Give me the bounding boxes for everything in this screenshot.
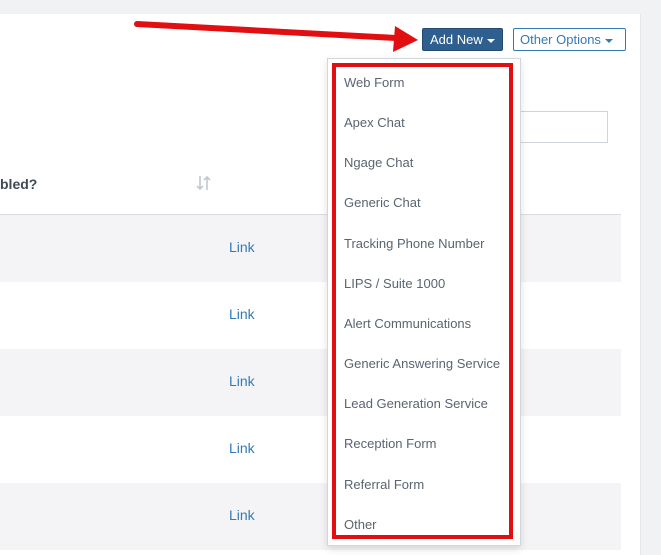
menu-item-ngage-chat[interactable]: Ngage Chat <box>344 155 413 170</box>
menu-item-web-form[interactable]: Web Form <box>344 75 404 90</box>
menu-item-referral-form[interactable]: Referral Form <box>344 477 424 492</box>
add-new-button[interactable]: Add New <box>422 28 503 51</box>
table-row: Link <box>0 416 621 483</box>
menu-item-lips-suite-1000[interactable]: LIPS / Suite 1000 <box>344 276 445 291</box>
menu-item-alert-communications[interactable]: Alert Communications <box>344 316 471 331</box>
row-link[interactable]: Link <box>229 306 255 322</box>
caret-down-icon <box>604 38 613 43</box>
menu-item-other[interactable]: Other <box>344 517 377 532</box>
row-link[interactable]: Link <box>229 440 255 456</box>
menu-item-generic-chat[interactable]: Generic Chat <box>344 195 421 210</box>
add-new-dropdown-menu: Web Form Apex Chat Ngage Chat Generic Ch… <box>327 58 521 546</box>
row-link[interactable]: Link <box>229 507 255 523</box>
other-options-label: Other Options <box>520 32 601 47</box>
row-link[interactable]: Link <box>229 373 255 389</box>
table-row: Link <box>0 215 621 282</box>
menu-item-apex-chat[interactable]: Apex Chat <box>344 115 405 130</box>
row-link[interactable]: Link <box>229 239 255 255</box>
add-new-label: Add New <box>430 32 483 47</box>
menu-item-reception-form[interactable]: Reception Form <box>344 436 436 451</box>
menu-item-tracking-phone-number[interactable]: Tracking Phone Number <box>344 236 484 251</box>
other-options-button[interactable]: Other Options <box>513 28 626 51</box>
table-row: Link <box>0 483 621 550</box>
column-header-enabled[interactable]: bled? <box>0 176 37 192</box>
caret-down-icon <box>486 38 495 43</box>
sort-icon[interactable] <box>196 174 212 192</box>
menu-item-generic-answering-service[interactable]: Generic Answering Service <box>344 356 500 371</box>
table-row: Link <box>0 282 621 349</box>
menu-item-lead-generation-service[interactable]: Lead Generation Service <box>344 396 488 411</box>
table-row: Link <box>0 349 621 416</box>
